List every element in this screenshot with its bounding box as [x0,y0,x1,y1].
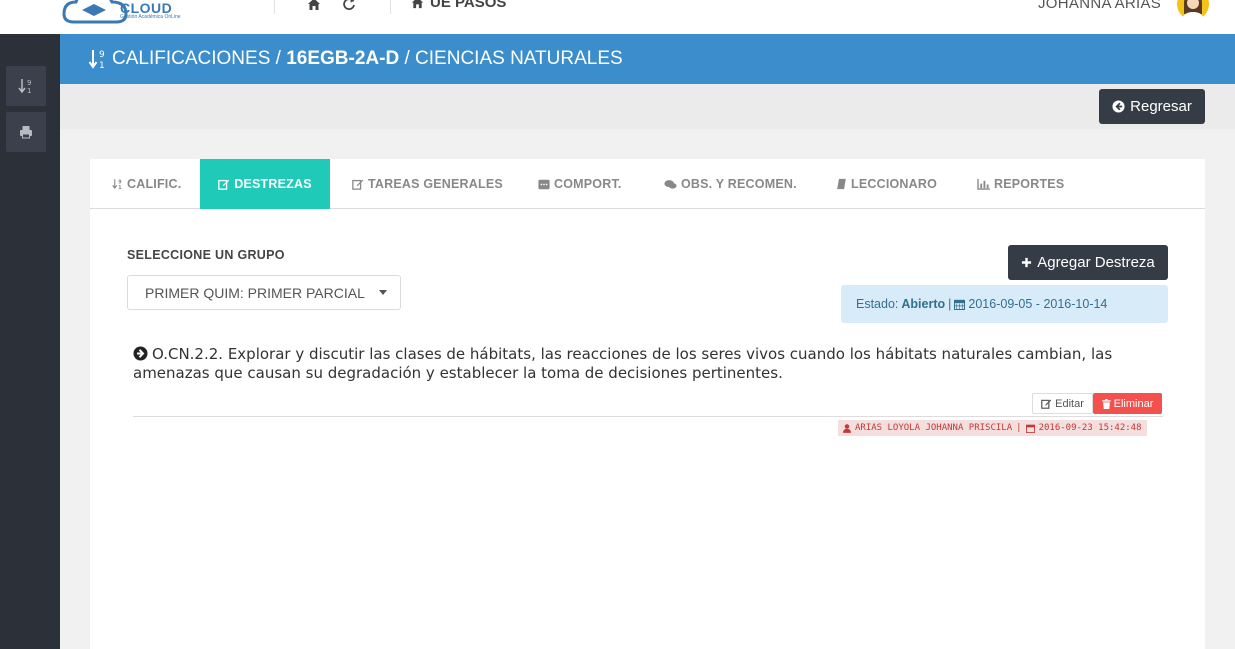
meta-separator: | [1016,423,1022,433]
action-bar: Regresar [60,84,1235,129]
divider [274,0,275,14]
status-value: Abierto [901,297,946,311]
svg-text:1: 1 [118,185,121,190]
skill-meta-badge: ARIAS LOYOLA JOHANNA PRISCILA | 2016-09-… [838,420,1147,436]
breadcrumb-subject: CIENCIAS NATURALES [415,48,623,69]
left-sidebar: 9 1 [0,34,60,649]
svg-text:9: 9 [118,179,122,185]
breadcrumb-separator: / [404,48,410,69]
tab-bar: 9 1 CALIFIC. DESTREZAS TAREAS GENERALES [90,159,1205,209]
skill-timestamp: 2016-09-23 15:42:48 [1038,423,1142,433]
edit-skill-button[interactable]: Editar [1032,393,1093,414]
status-label: Estado: [856,297,899,311]
tab-obs-recomen[interactable]: OBS. Y RECOMEN. [664,159,797,209]
skill-divider [133,416,1163,417]
refresh-icon[interactable] [342,0,356,11]
tab-label: REPORTES [994,177,1065,191]
tab-reportes[interactable]: REPORTES [977,159,1064,209]
tab-destrezas[interactable]: DESTREZAS [200,159,330,209]
group-dropdown[interactable]: PRIMER QUIM: PRIMER PARCIAL [127,275,401,310]
comments-icon [664,179,677,189]
status-separator: | [948,297,952,311]
delete-skill-label: Eliminar [1113,397,1154,410]
tab-label: COMPORT. [554,177,622,191]
bar-chart-icon [977,178,990,190]
main-panel: 9 1 CALIFIC. DESTREZAS TAREAS GENERALES [90,159,1205,649]
sidebar-print-button[interactable] [6,112,46,152]
edit-icon [218,179,230,190]
status-date-range: 2016-09-05 - 2016-10-14 [968,297,1108,311]
plus-icon [1022,257,1032,268]
status-info-box: Estado: Abierto | 2016-09-05 - 2016-10-1… [841,285,1168,323]
school-link[interactable]: UE PASOS [410,0,506,11]
delete-skill-button[interactable]: Eliminar [1093,393,1162,414]
print-icon [20,126,32,139]
svg-text:9: 9 [99,50,105,60]
breadcrumb-course: 16EGB-2A-D [286,48,400,69]
breadcrumb-section: CALIFICACIONES [112,48,271,69]
edit-icon [352,179,364,190]
home-icon[interactable] [307,0,321,11]
group-label: SELECCIONE UN GRUPO [127,248,285,262]
add-skill-button[interactable]: Agregar Destreza [1008,245,1168,280]
trash-icon [1101,398,1111,409]
caret-down-icon [378,290,387,295]
breadcrumb-separator: / [275,48,281,69]
tab-label: TAREAS GENERALES [368,177,503,191]
top-navbar: CLOUD Gestión Académica OnLine UE PASOS … [0,0,1235,34]
home-icon [411,0,424,9]
add-skill-label: Agregar Destreza [1037,254,1155,271]
tab-label: DESTREZAS [234,177,312,191]
user-avatar[interactable] [1176,0,1210,22]
tab-label: LECCIONARO [851,177,938,191]
book-icon [837,178,846,190]
logo-subtitle: Gestión Académica OnLine [120,14,181,20]
edit-skill-label: Editar [1055,397,1084,410]
skill-text: O.CN.2.2. Explorar y discutir las clases… [133,345,1113,382]
svg-text:9: 9 [27,79,31,87]
user-name[interactable]: JOHANNA ARIAS [1038,0,1161,12]
arrow-circle-right-icon [133,346,148,361]
user-icon [843,423,851,433]
tab-label: CALIFIC. [127,177,182,191]
divider [390,0,391,14]
sort-numeric-icon: 9 1 [88,50,105,70]
sort-numeric-icon: 9 1 [18,79,31,94]
svg-text:1: 1 [27,87,31,94]
edit-icon [1041,399,1052,409]
arrow-circle-left-icon [1112,100,1125,113]
sidebar-grades-button[interactable]: 9 1 [6,66,46,106]
back-button-label: Regresar [1130,98,1192,115]
skill-item: O.CN.2.2. Explorar y discutir las clases… [133,345,1133,383]
tab-leccionaro[interactable]: LECCIONARO [836,159,937,209]
app-logo[interactable]: CLOUD Gestión Académica OnLine [60,0,190,32]
svg-text:1: 1 [99,61,105,70]
tab-label: OBS. Y RECOMEN. [681,177,797,191]
tab-calific[interactable]: 9 1 CALIFIC. [112,159,181,209]
tab-tareas-generales[interactable]: TAREAS GENERALES [352,159,503,209]
page-title-bar: 9 1 CALIFICACIONES / 16EGB-2A-D / CIENCI… [60,34,1235,84]
sort-numeric-icon: 9 1 [112,179,122,190]
tab-comport[interactable]: COMPORT. [538,159,622,209]
calendar-icon [1025,424,1035,433]
back-button[interactable]: Regresar [1099,89,1205,124]
skill-author: ARIAS LOYOLA JOHANNA PRISCILA [855,423,1013,433]
group-dropdown-value: PRIMER QUIM: PRIMER PARCIAL [145,284,365,301]
calendar-icon [954,299,966,310]
comment-box-icon [538,179,550,189]
school-name: UE PASOS [430,0,507,11]
